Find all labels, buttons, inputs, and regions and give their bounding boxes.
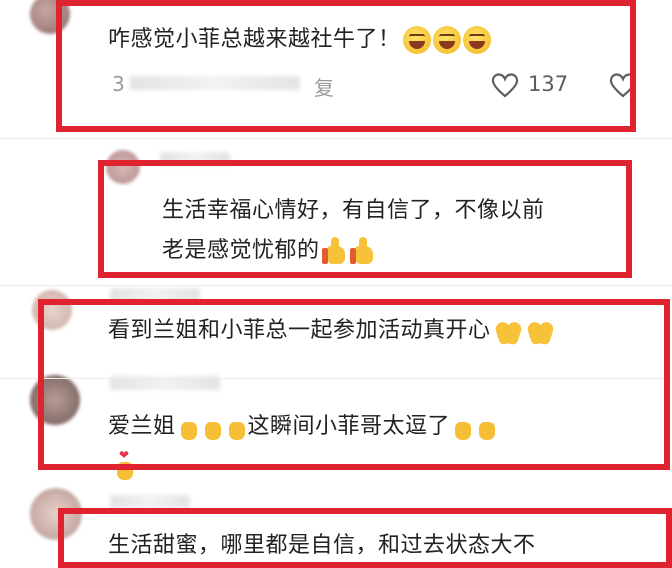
divider <box>0 138 672 139</box>
highlight-box <box>38 299 670 470</box>
divider <box>0 285 672 286</box>
highlight-box <box>58 508 672 568</box>
highlight-box <box>98 160 632 278</box>
blurred-username <box>110 495 190 509</box>
highlight-box <box>56 0 636 132</box>
